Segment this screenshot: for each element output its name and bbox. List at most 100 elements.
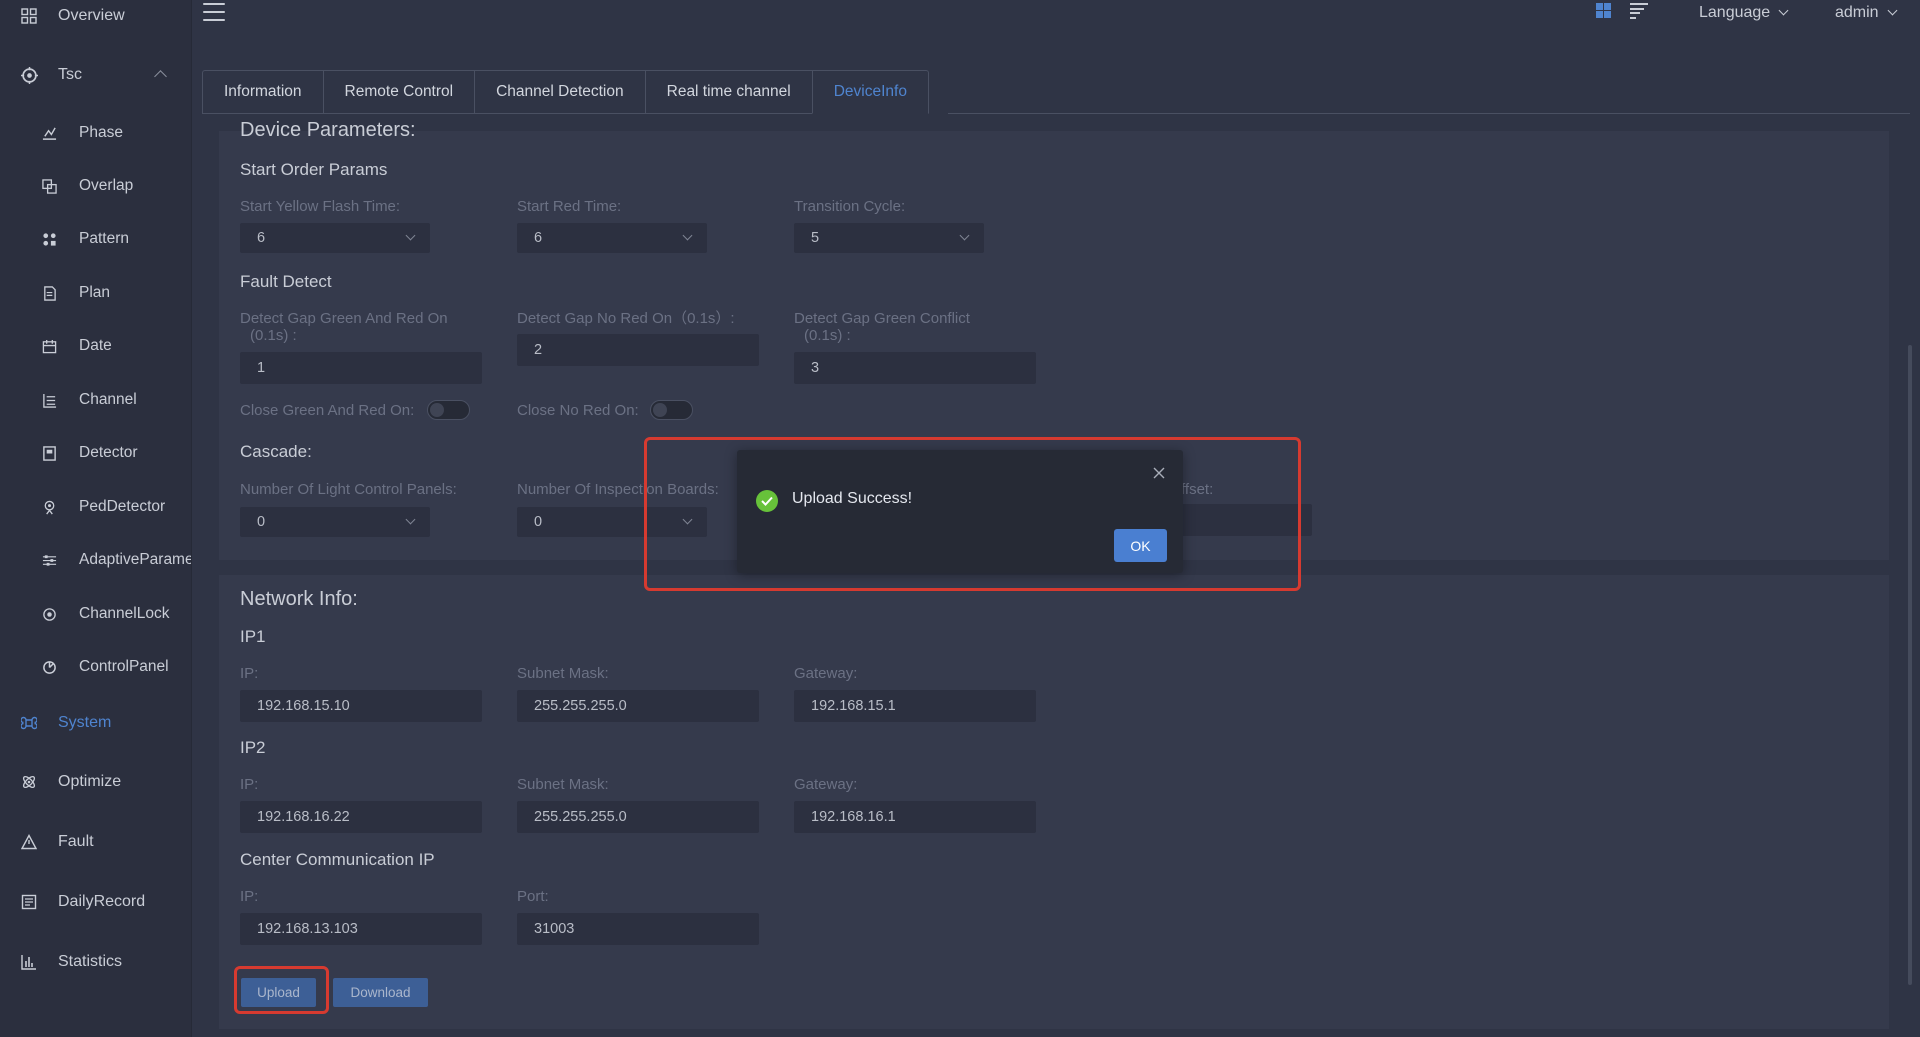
sidebar-item-detector[interactable]: Detector: [0, 433, 191, 473]
sidebar-item-pattern[interactable]: Pattern: [0, 219, 191, 259]
ip1-subnet-label: Subnet Mask:: [517, 665, 609, 682]
label-line: Detect Gap Green And Red On: [240, 310, 448, 327]
center-port-label: Port:: [517, 888, 549, 905]
sidebar-item-dailyrecord[interactable]: DailyRecord: [0, 882, 191, 922]
grid-view-icon[interactable]: [1596, 3, 1611, 18]
label-line: (0.1s) :: [804, 327, 851, 344]
channel-icon: [41, 392, 57, 408]
sidebar-item-channel[interactable]: Channel: [0, 380, 191, 420]
detect-gap-no-red-label: Detect Gap No Red On（0.1s）:: [517, 310, 735, 327]
sidebar-item-optimize[interactable]: Optimize: [0, 762, 191, 802]
sidebar-item-label: Overlap: [79, 177, 134, 194]
ip2-subnet-label: Subnet Mask:: [517, 776, 609, 793]
sidebar-item-label: Overview: [58, 7, 125, 24]
detect-gap-conflict-label: Detect Gap Green Conflict (0.1s) :: [794, 310, 970, 344]
sidebar-item-system[interactable]: System: [0, 703, 191, 743]
transition-cycle-label: Transition Cycle:: [794, 198, 906, 215]
sidebar-item-channellock[interactable]: ChannelLock: [0, 594, 191, 634]
network-info-panel: Network Info: IP1 IP: 192.168.15.10 Subn…: [219, 575, 1889, 1029]
lock-icon: [41, 606, 57, 622]
ip2-ip-input[interactable]: 192.168.16.22: [240, 801, 482, 833]
tab-real-time-channel[interactable]: Real time channel: [644, 70, 812, 114]
start-yellow-flash-select[interactable]: 6: [240, 223, 430, 253]
close-green-red-toggle[interactable]: [427, 400, 470, 420]
sidebar-item-adaptiveparame[interactable]: AdaptiveParame: [0, 540, 192, 580]
detect-gap-no-red-input[interactable]: 2: [517, 334, 759, 366]
sidebar-item-phase[interactable]: Phase: [0, 113, 191, 153]
ip1-ip-label: IP:: [240, 665, 259, 682]
sidebar-item-label: ControlPanel: [79, 658, 169, 675]
detect-gap-conflict-input[interactable]: 3: [794, 352, 1036, 384]
chevron-down-icon: [682, 230, 693, 241]
hamburger-menu-icon[interactable]: [203, 3, 225, 21]
close-green-red-label: Close Green And Red On:: [240, 402, 415, 419]
select-value: 5: [811, 230, 820, 246]
tab-deviceinfo[interactable]: DeviceInfo: [811, 70, 929, 114]
sidebar-item-label: Optimize: [58, 773, 122, 790]
ip1-subnet-input[interactable]: 255.255.255.0: [517, 690, 759, 722]
ip1-gateway-label: Gateway:: [794, 665, 858, 682]
ip2-subnet-input[interactable]: 255.255.255.0: [517, 801, 759, 833]
sidebar-item-label: Date: [79, 337, 112, 354]
sidebar-item-fault[interactable]: Fault: [0, 822, 191, 862]
user-dropdown[interactable]: admin: [1835, 4, 1898, 22]
tab-channel-detection[interactable]: Channel Detection: [474, 70, 645, 114]
sidebar-item-label: Pattern: [79, 230, 129, 247]
page-scrollbar[interactable]: [1908, 345, 1912, 985]
light-panels-label: Number Of Light Control Panels:: [240, 481, 457, 498]
ok-button[interactable]: OK: [1114, 529, 1167, 562]
select-value: 6: [534, 230, 543, 246]
close-icon[interactable]: [1152, 466, 1166, 480]
center-ip-input[interactable]: 192.168.13.103: [240, 913, 482, 945]
chevron-down-icon: [1887, 5, 1898, 16]
atom-icon: [20, 773, 38, 791]
chevron-down-icon: [1778, 5, 1789, 16]
sidebar-item-overview[interactable]: Overview: [0, 0, 191, 36]
sidebar: Overview Tsc Phase Overlap Pattern Plan …: [0, 0, 192, 1037]
ip1-ip-input[interactable]: 192.168.15.10: [240, 690, 482, 722]
sidebar-item-label: DailyRecord: [58, 893, 146, 910]
ip1-gateway-input[interactable]: 192.168.15.1: [794, 690, 1036, 722]
tab-divider: [948, 113, 1910, 114]
sidebar-item-peddetector[interactable]: PedDetector: [0, 487, 191, 527]
sidebar-item-tsc[interactable]: Tsc: [0, 55, 191, 95]
upload-success-dialog: Upload Success! OK: [737, 450, 1183, 573]
ip2-gateway-label: Gateway:: [794, 776, 858, 793]
list-view-icon[interactable]: [1630, 3, 1648, 19]
sidebar-item-date[interactable]: Date: [0, 326, 191, 366]
sidebar-item-overlap[interactable]: Overlap: [0, 166, 191, 206]
detect-gap-green-red-input[interactable]: 1: [240, 352, 482, 384]
sidebar-item-label: PedDetector: [79, 498, 166, 515]
download-button[interactable]: Download: [333, 978, 428, 1007]
tab-information[interactable]: Information: [202, 70, 323, 114]
phase-icon: [41, 125, 57, 141]
chevron-down-icon: [959, 230, 970, 241]
language-dropdown[interactable]: Language: [1699, 4, 1789, 22]
center-port-input[interactable]: 31003: [517, 913, 759, 945]
sidebar-item-controlpanel[interactable]: ControlPanel: [0, 647, 191, 687]
plan-icon: [41, 285, 57, 301]
start-yellow-flash-label: Start Yellow Flash Time:: [240, 198, 401, 215]
transition-cycle-select[interactable]: 5: [794, 223, 984, 253]
start-red-time-select[interactable]: 6: [517, 223, 707, 253]
sidebar-item-label: Detector: [79, 444, 138, 461]
bar-chart-icon: [20, 953, 38, 971]
sidebar-item-plan[interactable]: Plan: [0, 273, 191, 313]
tab-bar: Information Remote Control Channel Detec…: [202, 70, 929, 114]
center-ip-label: IP:: [240, 888, 259, 905]
upload-highlight-box: [234, 966, 329, 1014]
close-no-red-toggle[interactable]: [650, 400, 693, 420]
sidebar-item-label: AdaptiveParame: [79, 551, 192, 568]
sidebar-item-label: System: [58, 714, 112, 731]
light-panels-select[interactable]: 0: [240, 507, 430, 537]
chevron-down-icon: [405, 514, 416, 525]
center-communication-title: Center Communication IP: [240, 850, 435, 869]
sidebar-item-statistics[interactable]: Statistics: [0, 942, 191, 982]
sidebar-item-label: Channel: [79, 391, 137, 408]
sidebar-item-label: Statistics: [58, 953, 123, 970]
cascade-title: Cascade:: [240, 442, 312, 461]
label-line: Detect Gap Green Conflict: [794, 310, 970, 327]
tab-remote-control[interactable]: Remote Control: [322, 70, 475, 114]
ip2-gateway-input[interactable]: 192.168.16.1: [794, 801, 1036, 833]
user-label: admin: [1835, 4, 1879, 21]
